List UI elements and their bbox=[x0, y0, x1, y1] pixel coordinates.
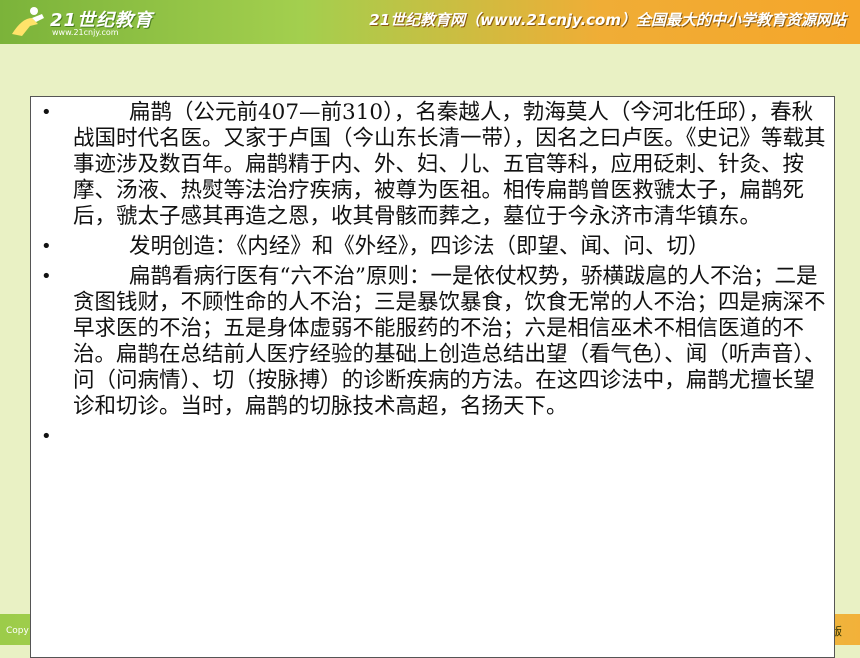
bullet-dot: • bbox=[41, 266, 52, 287]
bullet-list: • 扁鹊（公元前407—前310），名秦越人，勃海莫人（今河北任邱），春秋战国时… bbox=[31, 100, 834, 447]
bullet-dot: • bbox=[41, 426, 52, 447]
site-header-banner: 21世纪教育 www.21cnjy.com 21世纪教育网（www.21cnjy… bbox=[0, 0, 860, 44]
bullet-text-bianque-bio: 扁鹊（公元前407—前310），名秦越人，勃海莫人（今河北任邱），春秋战国时代名… bbox=[73, 100, 826, 229]
bullet-item: • 扁鹊看病行医有“六不治”原则：一是依仗权势，骄横跋扈的人不治；二是贪图钱财，… bbox=[31, 264, 834, 420]
bullet-dot: • bbox=[41, 236, 52, 257]
content-text-box: • 扁鹊（公元前407—前310），名秦越人，勃海莫人（今河北任邱），春秋战国时… bbox=[30, 96, 835, 658]
logo-url: www.21cnjy.com bbox=[52, 28, 119, 37]
bullet-text-inventions: 发明创造：《内经》和《外经》，四诊法（即望、闻、问、切） bbox=[129, 234, 710, 259]
bullet-text-six-principles: 扁鹊看病行医有“六不治”原则：一是依仗权势，骄横跋扈的人不治；二是贪图钱财，不顾… bbox=[73, 264, 826, 419]
footer-copyright: Copy bbox=[6, 626, 29, 636]
runner-logo-icon bbox=[12, 7, 44, 36]
bullet-dot: • bbox=[41, 102, 52, 123]
bullet-item: • 扁鹊（公元前407—前310），名秦越人，勃海莫人（今河北任邱），春秋战国时… bbox=[31, 100, 834, 230]
header-slogan: 21世纪教育网（www.21cnjy.com）全国最大的中小学教育资源网站 bbox=[369, 11, 846, 29]
bullet-item: • 发明创造：《内经》和《外经》，四诊法（即望、闻、问、切） bbox=[31, 234, 834, 260]
site-logo[interactable]: 21世纪教育 www.21cnjy.com bbox=[8, 4, 178, 40]
